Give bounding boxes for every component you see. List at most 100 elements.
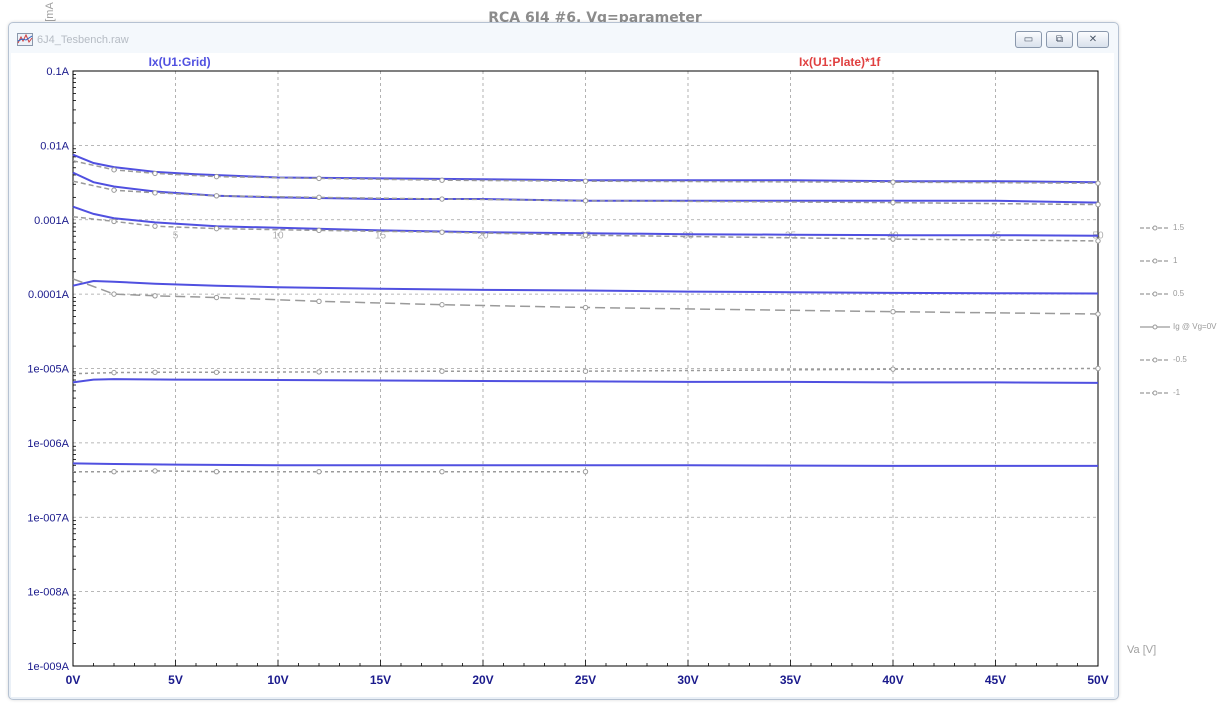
side-legend-item: Ig @ Vg=0V (1140, 310, 1216, 343)
side-legend-item: -0.5 (1140, 343, 1216, 376)
side-legend-label: 1 (1173, 256, 1178, 265)
minimize-icon: ▭ (1023, 33, 1034, 45)
data-point-marker (111, 468, 117, 475)
data-point-marker (111, 167, 117, 173)
legend-label-grid: Ix(U1:Grid) (149, 55, 211, 69)
dashed-line-marker-icon (1140, 390, 1170, 395)
inner-x-tick-label: 5 (173, 230, 179, 241)
close-icon: ✕ (1088, 33, 1098, 45)
data-point-marker (152, 190, 158, 196)
side-legend: 1.5 1 0.5 Ig @ Vg=0V -0.5 -1 (1140, 211, 1216, 409)
data-point-marker (1095, 180, 1101, 186)
data-point-marker (316, 298, 322, 305)
restore-icon: ⧉ (1055, 33, 1064, 45)
data-point-marker (439, 468, 445, 475)
window-controls: ▭ ⧉ ✕ (1015, 31, 1109, 48)
data-point-marker (890, 366, 896, 372)
x-tick-label: 20V (472, 673, 493, 687)
data-point-marker (111, 187, 117, 193)
x-tick-label: 40V (882, 673, 903, 687)
window-titlebar[interactable]: 6J4_Tesbench.raw ▭ ⧉ ✕ (9, 23, 1118, 53)
x-tick-label: 25V (575, 673, 596, 687)
y-tick-label: 1e-007A (27, 512, 69, 524)
data-point-marker (152, 293, 158, 299)
data-point-marker (213, 468, 220, 475)
side-legend-item: 1.5 (1140, 211, 1216, 244)
data-point-marker (439, 368, 445, 374)
y-tick-label: 1e-005A (27, 364, 69, 376)
dashed-line-marker-icon (1140, 291, 1170, 296)
data-point-marker (152, 369, 158, 375)
data-point-marker (582, 198, 589, 204)
data-point-marker (582, 232, 589, 238)
series-line-reference (73, 470, 586, 473)
side-legend-item: 1 (1140, 244, 1216, 277)
x-axis-external-label: Va [V] (1127, 644, 1157, 656)
x-tick-label: 35V (780, 673, 801, 687)
data-point-marker (890, 309, 896, 315)
side-legend-label: Ig @ Vg=0V (1173, 322, 1217, 331)
data-point-marker (316, 194, 322, 201)
inner-x-tick-label: 10 (272, 230, 284, 241)
dashed-line-marker-icon (1140, 357, 1170, 362)
inner-x-tick-label: 15 (375, 230, 387, 241)
data-point-marker (582, 178, 589, 184)
inner-x-tick-label: 35 (785, 230, 797, 241)
data-point-marker (152, 170, 158, 177)
data-point-marker (1095, 365, 1101, 372)
data-point-marker (439, 177, 445, 183)
data-point-marker (111, 218, 117, 225)
data-point-marker (1095, 238, 1101, 244)
data-point-marker (1095, 311, 1101, 317)
data-point-marker (1095, 201, 1101, 208)
data-point-marker (582, 368, 589, 374)
x-tick-label: 45V (985, 673, 1006, 687)
data-point-marker (582, 468, 589, 475)
data-point-marker (439, 302, 445, 308)
data-point-marker (316, 468, 322, 475)
side-legend-label: -0.5 (1173, 355, 1187, 364)
y-tick-label: 1e-009A (27, 661, 69, 673)
data-point-marker (439, 196, 445, 202)
data-point-marker (582, 304, 589, 311)
data-point-marker (152, 468, 158, 474)
x-tick-label: 50V (1087, 673, 1108, 687)
side-legend-item: -1 (1140, 376, 1216, 409)
data-point-marker (213, 369, 220, 375)
y-tick-label: 0.01A (40, 140, 69, 152)
restore-button[interactable]: ⧉ (1046, 31, 1073, 48)
window-title: 6J4_Tesbench.raw (37, 34, 129, 46)
waveform-window: 6J4_Tesbench.raw ▭ ⧉ ✕ 0.1A 0.01A 0.001A 0.… (8, 22, 1119, 700)
data-point-marker (890, 199, 896, 206)
plot-canvas[interactable]: 0.1A 0.01A 0.001A 0.0001A 1e-005A 1e-006A 1e-0… (11, 53, 1114, 697)
waveform-icon (17, 33, 33, 46)
side-legend-label: 1.5 (1173, 223, 1185, 232)
x-tick-label: 0V (66, 673, 81, 687)
y-tick-label: 0.1A (46, 66, 69, 78)
data-point-marker (213, 193, 220, 199)
data-point-marker (890, 236, 896, 242)
data-point-marker (316, 369, 322, 375)
dashed-line-marker-icon (1140, 258, 1170, 263)
x-tick-label: 5V (168, 673, 183, 687)
y-tick-label: 1e-008A (27, 587, 69, 599)
y-tick-label: 0.001A (34, 215, 70, 227)
data-point-marker (890, 179, 896, 185)
data-point-marker (316, 175, 322, 182)
data-point-marker (316, 227, 322, 234)
close-button[interactable]: ✕ (1077, 31, 1109, 48)
data-point-marker (439, 229, 445, 235)
x-tick-label: 15V (370, 673, 391, 687)
minimize-button[interactable]: ▭ (1015, 31, 1042, 48)
data-point-marker (213, 294, 220, 301)
legend-label-plate: Ix(U1:Plate)*1f (799, 55, 881, 69)
y-tick-label: 1e-006A (27, 438, 69, 450)
data-point-marker (152, 223, 158, 229)
side-legend-label: 0.5 (1173, 289, 1185, 298)
side-legend-label: -1 (1173, 388, 1181, 397)
data-point-marker (111, 369, 117, 376)
data-point-marker (111, 291, 117, 297)
side-legend-item: 0.5 (1140, 277, 1216, 310)
plot-pane[interactable]: 0.1A 0.01A 0.001A 0.0001A 1e-005A 1e-006A 1e-0… (11, 53, 1114, 697)
data-point-marker (213, 225, 220, 232)
